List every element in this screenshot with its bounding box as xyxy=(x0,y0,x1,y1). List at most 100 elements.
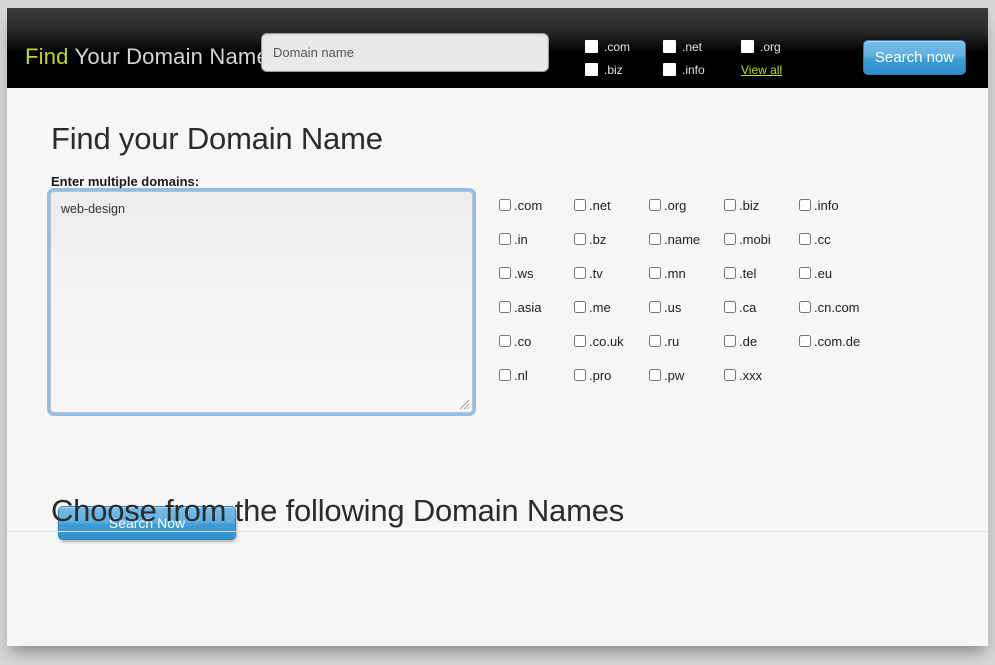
checkbox-input[interactable] xyxy=(724,301,736,313)
checkbox-input[interactable] xyxy=(574,199,586,211)
checkbox-input[interactable] xyxy=(574,369,586,381)
checkbox-input[interactable] xyxy=(574,301,586,313)
checkbox-input[interactable] xyxy=(724,369,736,381)
tld-option-ca[interactable]: .ca xyxy=(724,300,799,315)
tld-option-eu[interactable]: .eu xyxy=(799,266,874,281)
tld-option-in[interactable]: .in xyxy=(499,232,574,247)
tld-option-biz[interactable]: .biz xyxy=(724,198,799,213)
tld-label: .cc xyxy=(814,232,831,247)
tld-row: .com .net .org .biz .info xyxy=(499,188,899,222)
page-title: Find your Domain Name xyxy=(51,121,383,157)
checkbox-input[interactable] xyxy=(499,335,511,347)
checkbox-icon[interactable] xyxy=(741,40,754,53)
tld-label: .com xyxy=(514,198,542,213)
checkbox-input[interactable] xyxy=(724,199,736,211)
checkbox-input[interactable] xyxy=(799,233,811,245)
header-tld-net-label: .net xyxy=(682,40,702,54)
header-tld-biz[interactable]: .biz xyxy=(585,63,663,77)
tld-label: .eu xyxy=(814,266,832,281)
tld-option-pw[interactable]: .pw xyxy=(649,368,724,383)
checkbox-input[interactable] xyxy=(649,233,661,245)
tld-option-co[interactable]: .co xyxy=(499,334,574,349)
tld-option-us[interactable]: .us xyxy=(649,300,724,315)
checkbox-input[interactable] xyxy=(649,301,661,313)
tld-label: .pw xyxy=(664,368,684,383)
tld-option-de[interactable]: .de xyxy=(724,334,799,349)
checkbox-icon[interactable] xyxy=(585,63,598,76)
tld-option-me[interactable]: .me xyxy=(574,300,649,315)
checkbox-input[interactable] xyxy=(499,233,511,245)
domains-textarea[interactable] xyxy=(51,192,472,412)
tld-option-tel[interactable]: .tel xyxy=(724,266,799,281)
tld-label: .com.de xyxy=(814,334,860,349)
header-tld-info[interactable]: .info xyxy=(663,63,741,77)
checkbox-icon[interactable] xyxy=(663,40,676,53)
header-tld-org[interactable]: .org xyxy=(741,40,819,54)
tld-label: .me xyxy=(589,300,611,315)
checkbox-input[interactable] xyxy=(574,233,586,245)
checkbox-input[interactable] xyxy=(499,267,511,279)
checkbox-input[interactable] xyxy=(799,199,811,211)
tld-option-com[interactable]: .com xyxy=(499,198,574,213)
tld-label: .ca xyxy=(739,300,756,315)
tld-option-net[interactable]: .net xyxy=(574,198,649,213)
checkbox-input[interactable] xyxy=(724,267,736,279)
checkbox-input[interactable] xyxy=(724,233,736,245)
tld-option-pro[interactable]: .pro xyxy=(574,368,649,383)
checkbox-input[interactable] xyxy=(724,335,736,347)
brand-accent-text: Find xyxy=(25,44,69,69)
tld-option-mobi[interactable]: .mobi xyxy=(724,232,799,247)
tld-option-org[interactable]: .org xyxy=(649,198,724,213)
tld-option-xxx[interactable]: .xxx xyxy=(724,368,799,383)
header-tld-row-2: .biz .info View all xyxy=(585,58,855,81)
checkbox-input[interactable] xyxy=(649,335,661,347)
tld-option-ru[interactable]: .ru xyxy=(649,334,724,349)
header-tld-info-label: .info xyxy=(682,63,705,77)
checkbox-input[interactable] xyxy=(574,335,586,347)
tld-label: .in xyxy=(514,232,528,247)
header-tld-options: .com .net .org .biz .info xyxy=(585,35,855,81)
tld-option-bz[interactable]: .bz xyxy=(574,232,649,247)
tld-option-nl[interactable]: .nl xyxy=(499,368,574,383)
header-tld-com[interactable]: .com xyxy=(585,40,663,54)
tld-option-cn-com[interactable]: .cn.com xyxy=(799,300,874,315)
tld-label: .biz xyxy=(739,198,759,213)
header-tld-net[interactable]: .net xyxy=(663,40,741,54)
brand-rest-text: Your Domain Name xyxy=(69,44,269,69)
tld-option-mn[interactable]: .mn xyxy=(649,266,724,281)
checkbox-input[interactable] xyxy=(799,301,811,313)
tld-option-co-uk[interactable]: .co.uk xyxy=(574,334,649,349)
tld-option-name[interactable]: .name xyxy=(649,232,724,247)
tld-label: .ru xyxy=(664,334,679,349)
checkbox-input[interactable] xyxy=(649,369,661,381)
checkbox-input[interactable] xyxy=(649,267,661,279)
tld-label: .co.uk xyxy=(589,334,624,349)
tld-label: .ws xyxy=(514,266,534,281)
tld-option-tv[interactable]: .tv xyxy=(574,266,649,281)
view-all-link[interactable]: View all xyxy=(741,63,782,77)
checkbox-input[interactable] xyxy=(799,335,811,347)
tld-option-cc[interactable]: .cc xyxy=(799,232,874,247)
tld-option-ws[interactable]: .ws xyxy=(499,266,574,281)
tld-option-asia[interactable]: .asia xyxy=(499,300,574,315)
tld-option-com-de[interactable]: .com.de xyxy=(799,334,874,349)
textarea-label: Enter multiple domains: xyxy=(51,174,199,189)
tld-label: .asia xyxy=(514,300,541,315)
checkbox-input[interactable] xyxy=(499,301,511,313)
checkbox-input[interactable] xyxy=(649,199,661,211)
checkbox-input[interactable] xyxy=(799,267,811,279)
header-search-now-button[interactable]: Search now xyxy=(863,40,966,75)
checkbox-input[interactable] xyxy=(499,199,511,211)
tld-label: .cn.com xyxy=(814,300,860,315)
checkbox-input[interactable] xyxy=(574,267,586,279)
tld-row: .asia .me .us .ca .cn.com xyxy=(499,290,899,324)
checkbox-icon[interactable] xyxy=(663,63,676,76)
checkbox-icon[interactable] xyxy=(585,40,598,53)
header-domain-input[interactable] xyxy=(261,33,549,72)
tld-label: .mn xyxy=(664,266,686,281)
header-tld-biz-label: .biz xyxy=(604,63,623,77)
header-tld-org-label: .org xyxy=(760,40,781,54)
tld-row: .co .co.uk .ru .de .com.de xyxy=(499,324,899,358)
tld-option-info[interactable]: .info xyxy=(799,198,874,213)
checkbox-input[interactable] xyxy=(499,369,511,381)
